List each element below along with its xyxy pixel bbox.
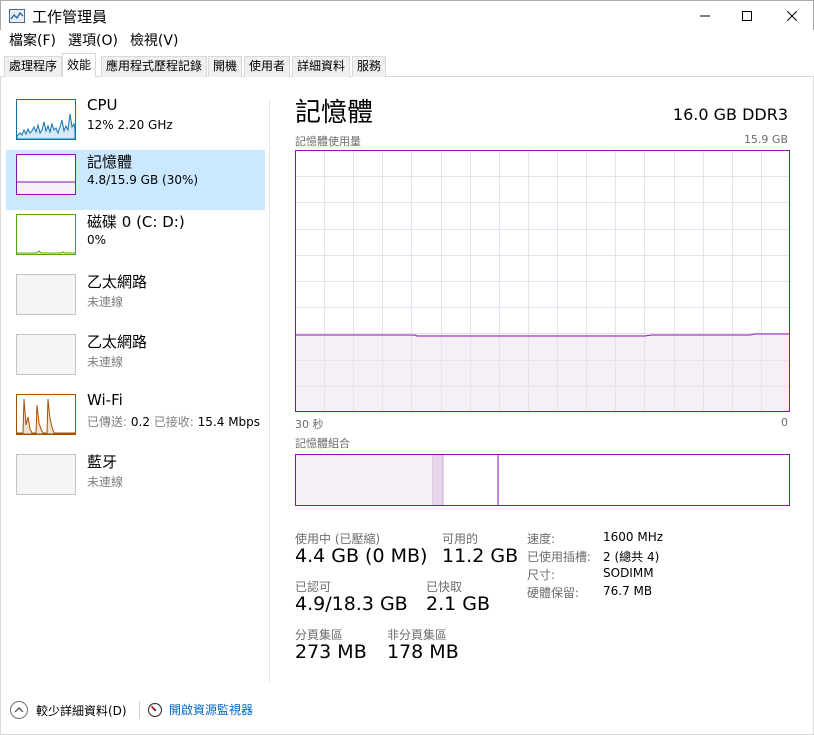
open-resource-monitor-label: 開啟資源監視器 bbox=[169, 703, 254, 717]
resource-name: CPU bbox=[87, 96, 118, 114]
resource-detail: 12% 2.20 GHz bbox=[87, 118, 173, 132]
chevron-up-icon bbox=[10, 701, 28, 719]
tab-services[interactable]: 服務 bbox=[352, 56, 387, 77]
resource-wifi[interactable]: Wi-Fi 已傳送: 0.2 已接收: 15.4 Mbps bbox=[6, 390, 265, 450]
property-key: 尺寸: bbox=[527, 568, 556, 582]
paged-pool-value: 273 MB bbox=[295, 641, 367, 663]
property-value: 2 (總共 4) bbox=[603, 550, 660, 564]
resource-memory[interactable]: 記憶體 4.8/15.9 GB (30%) bbox=[6, 150, 265, 210]
composition-label: 記憶體組合 bbox=[295, 437, 350, 450]
memory-thumbnail-graph bbox=[16, 154, 76, 195]
usage-graph-max: 15.9 GB bbox=[743, 133, 788, 146]
property-key: 已使用插槽: bbox=[527, 550, 592, 564]
resource-bluetooth[interactable]: 藍牙 未連線 bbox=[6, 450, 265, 510]
resource-name: 藍牙 bbox=[87, 453, 118, 471]
maximize-button[interactable] bbox=[724, 1, 770, 31]
fewer-details-label: 較少詳細資料(D) bbox=[36, 703, 127, 718]
resource-disk[interactable]: 磁碟 0 (C: D:) 0% bbox=[6, 210, 265, 270]
composition-in-use bbox=[296, 455, 433, 505]
menu-view[interactable]: 檢視(V) bbox=[125, 30, 186, 52]
footer-separator bbox=[139, 701, 140, 719]
resource-detail: 未連線 bbox=[87, 475, 124, 489]
detail-spec: 16.0 GB DDR3 bbox=[672, 105, 788, 124]
wifi-recv-value: 15.4 Mbps bbox=[197, 415, 261, 429]
task-manager-app-icon bbox=[9, 9, 25, 23]
window-title: 工作管理員 bbox=[32, 8, 108, 26]
fewer-details-button[interactable]: 較少詳細資料(D) bbox=[10, 701, 127, 719]
open-resource-monitor-link[interactable]: 開啟資源監視器 bbox=[147, 701, 253, 718]
tab-strip: 處理程序 效能 應用程式歷程記錄 開機 使用者 詳細資料 服務 bbox=[0, 53, 814, 78]
ethernet-thumbnail-graph bbox=[16, 274, 76, 315]
composition-modified bbox=[433, 455, 443, 505]
resource-detail: 4.8/15.9 GB (30%) bbox=[87, 173, 199, 187]
cpu-thumbnail-graph bbox=[16, 99, 76, 140]
resource-name: 記憶體 bbox=[87, 153, 133, 171]
wifi-send-value: 0.2 bbox=[130, 415, 150, 429]
resource-ethernet-1[interactable]: 乙太網路 未連線 bbox=[6, 270, 265, 330]
resource-name: 乙太網路 bbox=[87, 333, 148, 351]
performance-content: CPU 12% 2.20 GHz 記憶體 4.8/15.9 GB (30%) 磁… bbox=[0, 77, 814, 689]
tab-app-history[interactable]: 應用程式歷程記錄 bbox=[101, 56, 208, 77]
resource-detail: 未連線 bbox=[87, 355, 124, 369]
tab-performance[interactable]: 效能 bbox=[62, 53, 97, 78]
resource-detail: 未連線 bbox=[87, 295, 124, 309]
cached-value: 2.1 GB bbox=[426, 593, 491, 615]
resource-detail: 0% bbox=[87, 233, 107, 247]
tab-details[interactable]: 詳細資料 bbox=[292, 56, 351, 77]
menu-bar: 檔案(F) 選項(O) 檢視(V) bbox=[0, 30, 814, 52]
close-button[interactable] bbox=[769, 1, 814, 31]
time-axis-end: 0 bbox=[781, 416, 788, 429]
available-value: 11.2 GB bbox=[442, 545, 519, 567]
memory-composition-bar bbox=[295, 454, 790, 506]
property-value: 1600 MHz bbox=[603, 530, 664, 544]
tab-processes[interactable]: 處理程序 bbox=[4, 56, 63, 77]
bluetooth-thumbnail-graph bbox=[16, 454, 76, 495]
resource-cpu[interactable]: CPU 12% 2.20 GHz bbox=[6, 95, 265, 155]
menu-options[interactable]: 選項(O) bbox=[63, 30, 125, 52]
time-axis-start: 30 秒 bbox=[295, 418, 324, 431]
resource-name: 磁碟 0 (C: D:) bbox=[87, 213, 185, 231]
minimize-icon bbox=[700, 15, 710, 17]
maximize-icon bbox=[742, 11, 752, 21]
title-bar: 工作管理員 bbox=[0, 0, 814, 30]
ethernet-thumbnail-graph bbox=[16, 334, 76, 375]
tab-startup[interactable]: 開機 bbox=[208, 56, 243, 77]
resource-name: 乙太網路 bbox=[87, 273, 148, 291]
resource-ethernet-2[interactable]: 乙太網路 未連線 bbox=[6, 330, 265, 390]
menu-file[interactable]: 檔案(F) bbox=[4, 30, 63, 52]
resource-monitor-icon bbox=[147, 702, 163, 717]
memory-usage-graph bbox=[295, 150, 790, 412]
detail-title: 記憶體 bbox=[295, 98, 374, 128]
wifi-recv-label: 已接收: bbox=[153, 415, 194, 429]
minimize-button[interactable] bbox=[682, 1, 728, 31]
in-use-value: 4.4 GB (0 MB) bbox=[295, 545, 428, 567]
resource-detail: 已傳送: 0.2 已接收: 15.4 Mbps bbox=[87, 413, 260, 430]
usage-graph-label: 記憶體使用量 bbox=[295, 135, 361, 148]
close-icon bbox=[787, 11, 797, 21]
disk-thumbnail-graph bbox=[16, 214, 76, 255]
committed-value: 4.9/18.3 GB bbox=[295, 593, 408, 615]
tab-users[interactable]: 使用者 bbox=[244, 56, 291, 77]
nonpaged-pool-value: 178 MB bbox=[387, 641, 459, 663]
usage-area bbox=[295, 335, 790, 412]
wifi-thumbnail-graph bbox=[16, 394, 76, 435]
property-value: 76.7 MB bbox=[603, 584, 653, 598]
property-value: SODIMM bbox=[603, 566, 654, 580]
resource-name: Wi-Fi bbox=[87, 391, 123, 409]
panel-divider bbox=[269, 99, 270, 682]
footer: 較少詳細資料(D) 開啟資源監視器 bbox=[0, 689, 814, 735]
property-key: 硬體保留: bbox=[527, 586, 580, 600]
property-key: 速度: bbox=[527, 532, 556, 546]
wifi-send-label: 已傳送: bbox=[87, 415, 128, 429]
